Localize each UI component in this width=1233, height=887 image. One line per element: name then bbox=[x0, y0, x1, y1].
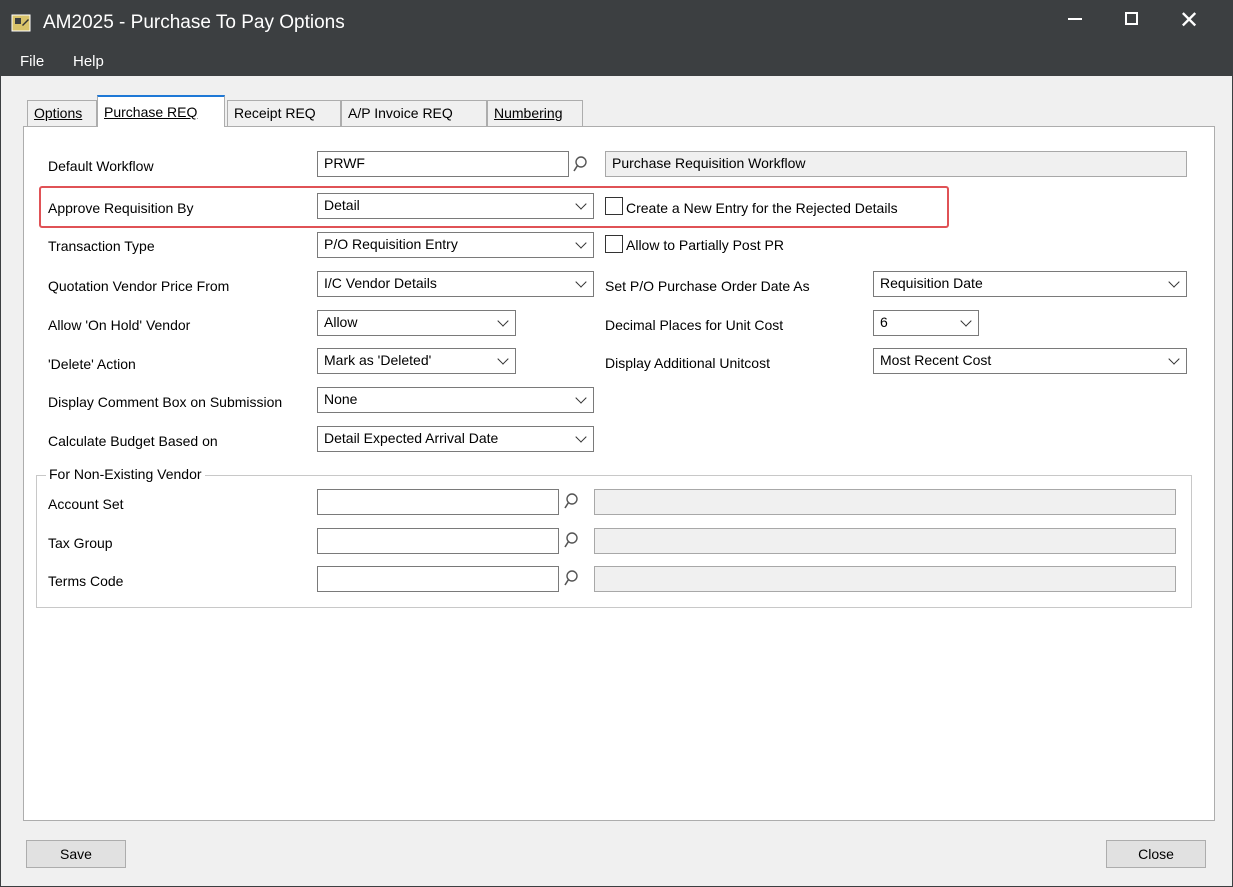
display-comment-box-select[interactable]: None bbox=[317, 387, 594, 413]
chevron-down-icon bbox=[1168, 276, 1180, 288]
menu-file[interactable]: File bbox=[20, 53, 44, 70]
set-po-date-select[interactable]: Requisition Date bbox=[873, 271, 1187, 297]
select-value: Allow bbox=[324, 314, 358, 330]
app-icon bbox=[11, 14, 31, 32]
chevron-down-icon bbox=[497, 353, 509, 365]
tab-numbering[interactable]: Numbering bbox=[487, 100, 583, 126]
tab-label: A/P Invoice REQ bbox=[348, 105, 453, 121]
tab-label: Receipt REQ bbox=[234, 105, 316, 121]
close-window-button[interactable]: ✕ bbox=[1161, 1, 1217, 43]
tab-label: Purchase REQ bbox=[104, 104, 198, 120]
select-value: None bbox=[324, 391, 358, 407]
minimize-button[interactable] bbox=[1047, 1, 1103, 43]
quotation-vendor-price-select[interactable]: I/C Vendor Details bbox=[317, 271, 594, 297]
chevron-down-icon bbox=[1168, 353, 1180, 365]
terms-code-description bbox=[594, 566, 1176, 592]
chevron-down-icon bbox=[960, 315, 972, 327]
magnifier-icon[interactable] bbox=[572, 155, 588, 173]
create-new-entry-checkbox[interactable] bbox=[605, 197, 623, 215]
decimal-places-select[interactable]: 6 bbox=[873, 310, 979, 336]
tab-strip: Options Purchase REQ Receipt REQ A/P Inv… bbox=[1, 95, 1232, 127]
menu-help[interactable]: Help bbox=[73, 53, 104, 70]
transaction-type-label: Transaction Type bbox=[48, 238, 155, 254]
save-button[interactable]: Save bbox=[26, 840, 126, 868]
default-workflow-label: Default Workflow bbox=[48, 158, 154, 174]
transaction-type-select[interactable]: P/O Requisition Entry bbox=[317, 232, 594, 258]
select-value: Detail bbox=[324, 197, 360, 213]
tab-label: Options bbox=[34, 105, 83, 121]
close-button[interactable]: Close bbox=[1106, 840, 1206, 868]
app-window: AM2025 - Purchase To Pay Options ✕ File … bbox=[0, 0, 1233, 887]
minimize-icon bbox=[1068, 17, 1082, 20]
terms-code-label: Terms Code bbox=[48, 573, 124, 589]
terms-code-input[interactable] bbox=[317, 566, 559, 592]
tab-options[interactable]: Options bbox=[27, 100, 97, 126]
title-bar: AM2025 - Purchase To Pay Options ✕ bbox=[1, 1, 1232, 46]
select-value: P/O Requisition Entry bbox=[324, 236, 458, 252]
chevron-down-icon bbox=[575, 431, 587, 443]
chevron-down-icon bbox=[575, 276, 587, 288]
tab-label: Numbering bbox=[494, 105, 563, 121]
delete-action-select[interactable]: Mark as 'Deleted' bbox=[317, 348, 516, 374]
tax-group-label: Tax Group bbox=[48, 535, 113, 551]
menu-bar: File Help bbox=[1, 46, 1232, 76]
allow-on-hold-vendor-label: Allow 'On Hold' Vendor bbox=[48, 317, 191, 333]
tab-ap-invoice-req[interactable]: A/P Invoice REQ bbox=[341, 100, 487, 126]
allow-on-hold-vendor-select[interactable]: Allow bbox=[317, 310, 516, 336]
chevron-down-icon bbox=[497, 315, 509, 327]
tax-group-input[interactable] bbox=[317, 528, 559, 554]
group-title: For Non-Existing Vendor bbox=[46, 466, 205, 482]
select-value: Detail Expected Arrival Date bbox=[324, 430, 499, 446]
magnifier-icon[interactable] bbox=[563, 531, 579, 549]
calculate-budget-label: Calculate Budget Based on bbox=[48, 433, 218, 449]
select-value: Most Recent Cost bbox=[880, 352, 992, 368]
chevron-down-icon bbox=[575, 198, 587, 210]
display-additional-unitcost-select[interactable]: Most Recent Cost bbox=[873, 348, 1187, 374]
select-value: Mark as 'Deleted' bbox=[324, 352, 432, 368]
display-comment-box-label: Display Comment Box on Submission bbox=[48, 394, 283, 410]
quotation-vendor-price-label: Quotation Vendor Price From bbox=[48, 278, 230, 294]
account-set-input[interactable] bbox=[317, 489, 559, 515]
delete-action-label: 'Delete' Action bbox=[48, 356, 136, 372]
window-title: AM2025 - Purchase To Pay Options bbox=[43, 12, 345, 33]
chevron-down-icon bbox=[575, 392, 587, 404]
tax-group-description bbox=[594, 528, 1176, 554]
select-value: 6 bbox=[880, 314, 888, 330]
approve-requisition-by-label: Approve Requisition By bbox=[48, 200, 194, 216]
allow-partially-post-checkbox[interactable] bbox=[605, 235, 623, 253]
maximize-icon bbox=[1124, 12, 1138, 26]
maximize-button[interactable] bbox=[1103, 1, 1159, 43]
account-set-description bbox=[594, 489, 1176, 515]
account-set-label: Account Set bbox=[48, 496, 124, 512]
magnifier-icon[interactable] bbox=[563, 492, 579, 510]
approve-requisition-by-select[interactable]: Detail bbox=[317, 193, 594, 219]
allow-partially-post-label: Allow to Partially Post PR bbox=[626, 237, 784, 253]
magnifier-icon[interactable] bbox=[563, 569, 579, 587]
default-workflow-input[interactable]: PRWF bbox=[317, 151, 569, 177]
tab-receipt-req[interactable]: Receipt REQ bbox=[227, 100, 341, 126]
calculate-budget-select[interactable]: Detail Expected Arrival Date bbox=[317, 426, 594, 452]
create-new-entry-label: Create a New Entry for the Rejected Deta… bbox=[626, 200, 898, 216]
select-value: Requisition Date bbox=[880, 275, 983, 291]
default-workflow-description: Purchase Requisition Workflow bbox=[605, 151, 1187, 177]
display-additional-unitcost-label: Display Additional Unitcost bbox=[605, 355, 770, 371]
decimal-places-label: Decimal Places for Unit Cost bbox=[605, 317, 784, 333]
select-value: I/C Vendor Details bbox=[324, 275, 437, 291]
chevron-down-icon bbox=[575, 237, 587, 249]
tab-purchase-req[interactable]: Purchase REQ bbox=[97, 95, 225, 127]
close-icon: ✕ bbox=[1178, 7, 1200, 34]
set-po-date-label: Set P/O Purchase Order Date As bbox=[605, 278, 810, 294]
